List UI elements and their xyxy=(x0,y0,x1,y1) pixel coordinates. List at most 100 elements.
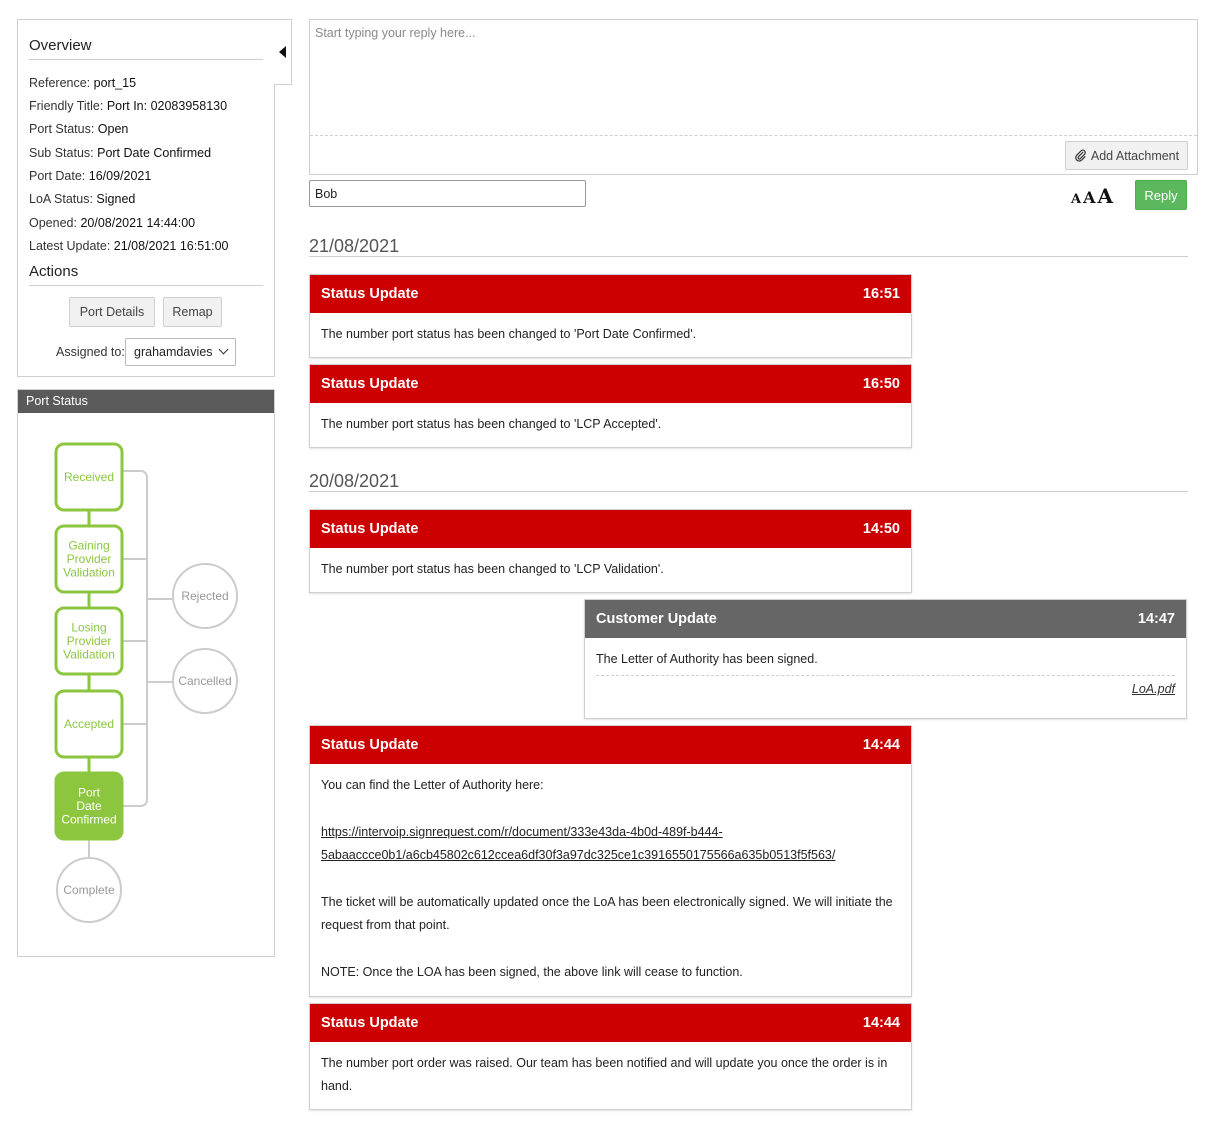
flow-step-label: Port xyxy=(78,786,101,800)
overview-label: Port Status: xyxy=(29,122,98,136)
entry-text: The ticket will be automatically updated… xyxy=(321,895,893,909)
font-size-small-button[interactable]: A xyxy=(1071,192,1081,207)
date-heading: 20/08/2021 xyxy=(309,471,400,491)
overview-label: LoA Status: xyxy=(29,192,97,206)
reply-button[interactable]: Reply xyxy=(1135,180,1187,210)
flow-side-label: Cancelled xyxy=(178,674,231,688)
overview-row-latest-update: Latest Update: 21/08/2021 16:51:00 xyxy=(29,239,228,253)
overview-label: Port Date: xyxy=(29,169,89,183)
entry-header: Status Update 16:50 xyxy=(310,365,911,403)
overview-row-friendly-title: Friendly Title: Port In: 02083958130 xyxy=(29,99,227,113)
overview-value: 20/08/2021 14:44:00 xyxy=(80,216,196,230)
flow-step-label: Gaining xyxy=(68,539,109,553)
overview-value: Open xyxy=(97,122,129,136)
flow-step-label: Provider xyxy=(67,552,112,566)
entry-body: The number port order was raised. Our te… xyxy=(310,1042,911,1099)
flow-step-label: Date xyxy=(76,799,102,813)
port-details-button[interactable]: Port Details xyxy=(69,297,155,327)
attachment: LoA.pdf xyxy=(585,676,1186,696)
flow-step-label: Received xyxy=(64,470,114,484)
overview-row-port-status: Port Status: Open xyxy=(29,122,128,136)
timeline-entry: Status Update 14:44 The number port order… xyxy=(309,1003,912,1110)
entry-body: The Letter of Authority has been signed. xyxy=(585,638,1186,671)
assigned-to-select[interactable]: grahamdavies xyxy=(125,338,236,366)
entry-title: Status Update xyxy=(321,376,419,392)
timeline-entry: Status Update 14:50 The number port statu… xyxy=(309,509,912,593)
entry-header: Status Update 14:44 xyxy=(310,1004,911,1042)
loa-link-line: https://intervoip.signrequest.com/r/docu… xyxy=(321,824,723,839)
entry-body: You can find the Letter of Authority her… xyxy=(310,764,911,985)
overview-row-loa-status: LoA Status: Signed xyxy=(29,192,135,206)
assigned-to-label: Assigned to: xyxy=(56,345,125,359)
overview-value: Port In: 02083958130 xyxy=(106,99,228,113)
flow-bracket xyxy=(122,470,148,807)
entry-time: 16:50 xyxy=(862,376,900,392)
overview-panel: Overview Reference: port_15 Friendly Tit… xyxy=(17,19,275,377)
flow-step-label: Losing xyxy=(71,621,106,635)
add-attachment-button[interactable]: Add Attachment xyxy=(1065,141,1188,170)
loa-link-line: 5abaaccce0b1/a6cb45802c612ccea6df30f3a97… xyxy=(321,848,836,863)
remap-button[interactable]: Remap xyxy=(163,297,222,327)
overview-value: port_15 xyxy=(93,76,137,90)
flow-step-label: Accepted xyxy=(64,717,114,731)
entry-text: NOTE: Once the LOA has been signed, the … xyxy=(321,965,743,980)
entry-title: Status Update xyxy=(321,737,419,753)
timeline-entry: Status Update 14:44 You can find the Lett… xyxy=(309,725,912,997)
timeline-entry: Status Update 16:50 The number port statu… xyxy=(309,364,912,448)
overview-title: Overview xyxy=(29,37,92,54)
font-size-controls: AAA xyxy=(1071,184,1115,208)
overview-value: 21/08/2021 16:51:00 xyxy=(113,239,229,253)
entry-title: Status Update xyxy=(321,286,419,302)
caret-left-icon xyxy=(279,46,286,58)
entry-title: Status Update xyxy=(321,521,419,537)
font-size-large-button[interactable]: A xyxy=(1098,184,1114,208)
flow-step-label: Confirmed xyxy=(61,813,116,827)
flow-step-label: Validation xyxy=(63,566,115,580)
flow-step-label: Complete xyxy=(63,883,115,897)
entry-header: Status Update 14:50 xyxy=(310,510,911,548)
overview-value: 16/09/2021 xyxy=(88,169,152,183)
entry-title: Status Update xyxy=(321,1015,419,1031)
entry-text: The Letter of Authority has been signed. xyxy=(596,652,818,666)
overview-label: Latest Update: xyxy=(29,239,114,253)
add-attachment-label: Add Attachment xyxy=(1090,148,1180,163)
overview-row-opened: Opened: 20/08/2021 14:44:00 xyxy=(29,216,195,230)
entry-text: hand. xyxy=(321,1079,353,1094)
overview-label: Opened: xyxy=(29,216,81,230)
entry-text: You can find the Letter of Authority her… xyxy=(321,778,544,792)
overview-value: Signed xyxy=(96,192,136,206)
entry-body: The number port status has been changed … xyxy=(310,548,911,581)
entry-header: Status Update 14:44 xyxy=(310,726,911,764)
timeline-entry: Status Update 16:51 The number port statu… xyxy=(309,274,912,358)
entry-body: The number port status has been changed … xyxy=(310,403,911,436)
entry-text: The number port order was raised. Our te… xyxy=(321,1056,888,1070)
attachment-link[interactable]: LoA.pdf xyxy=(1132,682,1175,696)
overview-row-port-date: Port Date: 16/09/2021 xyxy=(29,169,151,183)
flow-side-label: Rejected xyxy=(181,589,228,603)
flow-step-label: Provider xyxy=(67,634,112,648)
entry-text: The number port status has been changed … xyxy=(321,562,664,576)
loa-link[interactable]: https://intervoip.signrequest.com/r/docu… xyxy=(321,825,835,862)
divider xyxy=(309,256,1188,257)
divider xyxy=(310,135,1197,136)
assigned-to-value: grahamdavies xyxy=(134,345,213,359)
reply-name-input[interactable] xyxy=(309,180,586,207)
port-status-panel: Port Status Received Gaining Provider Valid… xyxy=(17,389,275,957)
overview-label: Sub Status: xyxy=(29,146,98,160)
entry-title: Customer Update xyxy=(596,611,717,627)
reply-textarea[interactable] xyxy=(310,20,1197,134)
font-size-medium-button[interactable]: A xyxy=(1083,188,1095,207)
chevron-down-icon xyxy=(218,344,229,355)
overview-row-sub-status: Sub Status: Port Date Confirmed xyxy=(29,146,211,160)
entry-header: Customer Update 14:47 xyxy=(585,600,1186,638)
collapse-sidebar-button[interactable] xyxy=(274,19,292,85)
timeline-entry-customer: Customer Update 14:47 The Letter of Autho… xyxy=(584,599,1187,719)
entry-text: The number port status has been changed … xyxy=(321,327,697,341)
entry-time: 14:47 xyxy=(1137,611,1175,627)
divider xyxy=(309,491,1188,492)
date-heading: 21/08/2021 xyxy=(309,236,400,256)
flow-step-label: Validation xyxy=(63,648,115,662)
entry-body: The number port status has been changed … xyxy=(310,313,911,346)
port-status-flow: ReceivedGainingProviderValidationLosingP… xyxy=(54,442,238,923)
entry-text: The number port status has been changed … xyxy=(321,417,662,431)
